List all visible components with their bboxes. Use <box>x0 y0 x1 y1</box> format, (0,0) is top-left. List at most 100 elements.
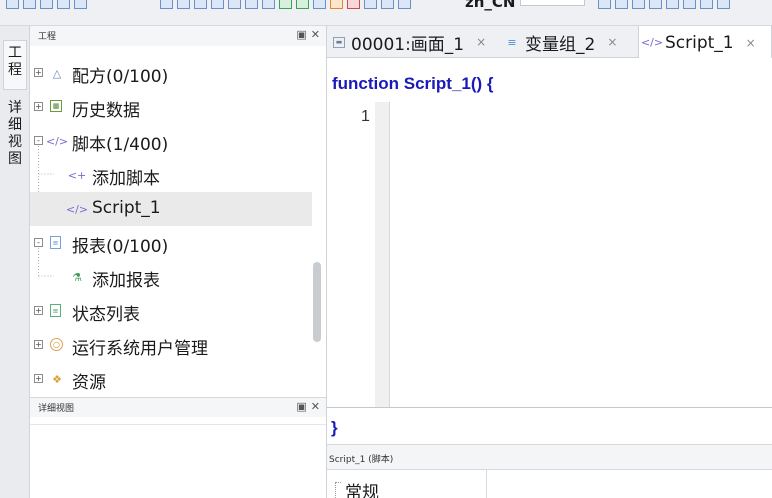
distribute-icon[interactable] <box>700 0 713 9</box>
property-category-general[interactable]: 常规 <box>345 478 379 498</box>
monitor-icon[interactable] <box>381 0 394 9</box>
project-panel-title: 工程 <box>38 32 57 42</box>
add-report-icon: ⚗ <box>72 270 82 284</box>
script-editor[interactable]: function Script_1() { 1 <box>327 58 772 408</box>
flask-icon: △ <box>52 66 62 80</box>
expand-icon[interactable]: + <box>34 340 43 349</box>
align-left-icon[interactable] <box>632 0 645 9</box>
collapse-icon[interactable]: - <box>34 136 43 145</box>
stop-icon[interactable] <box>347 0 360 9</box>
side-tab-strip: 工程 详细视图 <box>0 26 30 498</box>
transfer-icon[interactable] <box>364 0 377 9</box>
paste-icon[interactable] <box>194 0 207 9</box>
project-panel-header: 工程 ▣ ✕ <box>30 26 326 46</box>
tab-tag-group-2[interactable]: ≡ 变量组_2 × <box>499 26 636 58</box>
tag-group-icon: ≡ <box>507 35 517 49</box>
expand-icon[interactable]: + <box>34 68 43 77</box>
project-tree-scrollbar[interactable] <box>313 262 321 342</box>
tab-script-1[interactable]: </> Script_1 × <box>638 26 772 59</box>
project-panel-controls: ▣ ✕ <box>292 28 320 41</box>
tab-screen-1[interactable]: ▬ 00001:画面_1 × <box>327 26 497 58</box>
tree-item-label: 运行系统用户管理 <box>72 339 208 359</box>
tree-item-label: Script_1 <box>92 198 161 218</box>
close-icon[interactable]: × <box>746 36 756 50</box>
save-icon[interactable] <box>40 0 53 9</box>
close-icon[interactable]: × <box>476 35 486 49</box>
float-icon[interactable]: ▣ <box>296 400 306 413</box>
toolbar-group-middle <box>160 0 415 10</box>
detail-panel-header: 详细视图 ▣ ✕ <box>30 397 326 417</box>
toolbar: zh_CN <box>0 0 772 26</box>
cut-icon[interactable] <box>160 0 173 9</box>
side-tab-project[interactable]: 工程 <box>3 40 27 90</box>
history-data-icon: ▦ <box>50 100 62 112</box>
collapse-icon[interactable]: - <box>34 238 43 247</box>
function-header: function Script_1() { <box>332 74 494 93</box>
tree-item-scripts[interactable]: - </> 脚本(1/400) <box>30 124 312 158</box>
expand-icon[interactable]: + <box>34 374 43 383</box>
run-icon[interactable] <box>330 0 343 9</box>
table-icon[interactable] <box>245 0 258 9</box>
tree-item-label: 资源 <box>72 373 106 393</box>
delete-icon[interactable] <box>262 0 275 9</box>
gutter-divider <box>389 102 390 407</box>
side-tab-detail-view-label: 详细视图 <box>8 100 22 167</box>
script-icon: </> <box>45 134 69 148</box>
language-dropdown[interactable] <box>520 0 585 6</box>
align-right-icon[interactable] <box>666 0 679 9</box>
tree-item-label: 添加脚本 <box>92 169 160 189</box>
close-icon[interactable]: × <box>607 35 617 49</box>
screen-icon[interactable] <box>57 0 70 9</box>
new-icon[interactable] <box>6 0 19 9</box>
tree-item-add-script[interactable]: <+ 添加脚本 <box>30 158 312 192</box>
document-tab-bar: ▬ 00001:画面_1 × ≡ 变量组_2 × </> Script_1 × <box>327 26 772 59</box>
tree-item-status-list[interactable]: + ≡ 状态列表 <box>30 294 312 328</box>
language-selector[interactable]: zh_CN <box>465 0 515 11</box>
layout-icon[interactable] <box>683 0 696 9</box>
copy-icon[interactable] <box>177 0 190 9</box>
function-footer: } <box>331 418 338 437</box>
detail-panel-controls: ▣ ✕ <box>292 400 320 413</box>
tree-item-script-1[interactable]: </> Script_1 <box>30 192 312 226</box>
tree-item-resources[interactable]: + ❖ 资源 <box>30 362 312 396</box>
close-icon[interactable]: ✕ <box>311 28 320 41</box>
resource-icon: ❖ <box>52 372 62 386</box>
report-icon: ≡ <box>50 236 61 249</box>
line-gutter <box>375 102 389 407</box>
tab-label: 00001:画面_1 <box>351 34 465 55</box>
tree-item-history-data[interactable]: + ▦ 历史数据 <box>30 90 312 124</box>
more-icon[interactable] <box>717 0 730 9</box>
zoom-out-icon[interactable] <box>598 0 611 9</box>
simulate-icon[interactable] <box>313 0 326 9</box>
compile-icon[interactable] <box>279 0 292 9</box>
script-icon: </> <box>640 36 664 49</box>
toolbar-group-right <box>598 0 734 10</box>
device-icon[interactable] <box>398 0 411 9</box>
close-icon[interactable]: ✕ <box>311 400 320 413</box>
tree-item-recipe[interactable]: + △ 配方(0/100) <box>30 56 312 90</box>
expand-icon[interactable]: + <box>34 306 43 315</box>
tree-item-reports[interactable]: - ≡ 报表(0/100) <box>30 226 312 260</box>
detail-panel-body <box>30 424 326 498</box>
expand-icon[interactable]: + <box>34 102 43 111</box>
tree-item-runtime-user-management[interactable]: + ○ 运行系统用户管理 <box>30 328 312 362</box>
script-icon: </> <box>65 202 89 216</box>
check-icon[interactable] <box>296 0 309 9</box>
download-icon[interactable] <box>74 0 87 9</box>
properties-title: Script_1 (脚本) <box>329 455 394 465</box>
toolbar-group-left <box>6 0 91 10</box>
project-tree: + △ 配方(0/100) + ▦ 历史数据 - </> 脚本(1/400) <… <box>30 56 326 393</box>
zoom-fit-icon[interactable] <box>615 0 628 9</box>
status-list-icon: ≡ <box>50 304 61 317</box>
tree-item-add-report[interactable]: ⚗ 添加报表 <box>30 260 312 294</box>
open-icon[interactable] <box>23 0 36 9</box>
screen-icon: ▬ <box>333 36 345 48</box>
grid-icon[interactable] <box>211 0 224 9</box>
zoom-in-icon[interactable] <box>228 0 241 9</box>
user-management-icon: ○ <box>50 338 63 351</box>
tree-connector <box>335 482 336 498</box>
float-icon[interactable]: ▣ <box>296 28 306 41</box>
side-tab-detail-view[interactable]: 详细视图 <box>3 96 27 196</box>
align-center-icon[interactable] <box>649 0 662 9</box>
properties-header: Script_1 (脚本) <box>327 444 772 470</box>
